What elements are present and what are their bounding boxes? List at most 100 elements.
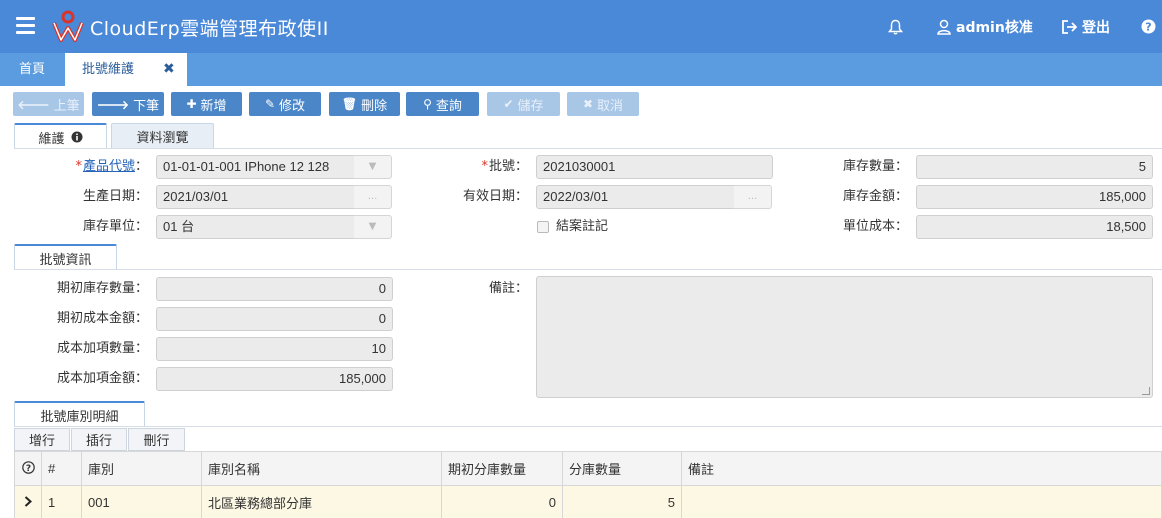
delete-row-button[interactable]: 刪行 [128, 428, 185, 451]
opening-cost-field[interactable]: 0 [156, 307, 393, 331]
resize-handle-icon[interactable] [1142, 387, 1150, 395]
batch-no-label: *批號： [481, 159, 528, 174]
chevron-down-icon[interactable]: ▼ [354, 215, 392, 239]
opening-cost-label: 期初成本金額： [56, 311, 148, 326]
prev-button[interactable]: 🡐 上筆 [13, 92, 84, 116]
stock-qty-field[interactable]: 5 [916, 155, 1153, 179]
info-icon [71, 131, 82, 143]
close-icon[interactable]: ✖ [163, 53, 175, 86]
divider [14, 269, 1162, 270]
expiry-date-field[interactable]: 2022/03/01 [536, 185, 736, 209]
production-date-field[interactable]: 2021/03/01 [156, 185, 356, 209]
expiry-date-label: 有效日期： [462, 189, 528, 204]
divider [14, 148, 1162, 149]
add-button[interactable]: ✚ 新增 [171, 92, 242, 116]
arrow-left-icon: 🡐 [17, 97, 50, 112]
logout-label: 登出 [1082, 19, 1110, 36]
table-row[interactable]: 1 001 北區業務總部分庫 0 5 [14, 485, 1162, 518]
remark-cell[interactable] [681, 485, 1162, 518]
batch-no-field[interactable]: 2021030001 [536, 155, 773, 179]
bell-icon [888, 19, 903, 34]
query-button[interactable]: ⚲ 查詢 [406, 92, 479, 116]
hamburger-menu-icon[interactable] [16, 17, 35, 34]
unit-cost-field[interactable]: 18,500 [916, 215, 1153, 239]
date-picker-icon[interactable]: ... [354, 185, 392, 209]
column-header[interactable]: 庫別 [81, 451, 202, 486]
delete-button[interactable]: 🗑 刪除 [329, 92, 400, 116]
edit-button[interactable]: ✎ 修改 [249, 92, 321, 116]
search-icon: ⚲ [423, 97, 432, 111]
user-name: admin核准 [956, 19, 1033, 36]
next-button[interactable]: 🡒 下筆 [92, 92, 164, 116]
product-code-field[interactable]: 01-01-01-001 IPhone 12 128 [156, 155, 356, 179]
logout-button[interactable]: 登出 [1062, 0, 1110, 53]
added-amount-field[interactable]: 185,000 [156, 367, 393, 391]
product-code-label: *產品代號： [75, 159, 148, 174]
column-header[interactable]: 期初分庫數量 [441, 451, 563, 486]
page-tab-strip: 首頁 批號維護 ✖ [0, 53, 1162, 86]
help-button[interactable]: ? [1141, 0, 1161, 53]
stock-amount-label: 庫存金額： [842, 189, 908, 204]
closed-label: 結案註記 [556, 219, 609, 234]
stock-unit-label: 庫存單位： [82, 219, 148, 234]
column-header[interactable]: 庫別名稱 [201, 451, 442, 486]
column-header[interactable]: 分庫數量 [562, 451, 682, 486]
added-qty-label: 成本加項數量： [56, 341, 148, 356]
help-icon: ? [1141, 19, 1156, 34]
check-icon: ✔ [503, 97, 514, 111]
tab-batch-maintenance-label: 批號維護 [82, 62, 135, 77]
svg-text:?: ? [25, 464, 30, 474]
tab-browse[interactable]: 資料瀏覽 [111, 123, 214, 149]
user-icon [937, 19, 951, 35]
warehouse-name-cell[interactable]: 北區業務總部分庫 [201, 485, 442, 518]
tab-warehouse-detail[interactable]: 批號庫別明細 [14, 401, 145, 427]
added-amount-label: 成本加項金額： [56, 371, 148, 386]
plus-icon: ✚ [186, 97, 197, 111]
notification-bell[interactable] [888, 0, 908, 53]
stock-unit-field[interactable]: 01 台 [156, 215, 356, 239]
insert-row-button[interactable]: 插行 [71, 428, 127, 451]
arrow-right-icon: 🡒 [96, 97, 130, 112]
grid-header-row: ? # 庫別 庫別名稱 期初分庫數量 分庫數量 備註 [14, 451, 1162, 486]
tab-maintain[interactable]: 維護 [14, 123, 107, 149]
added-qty-field[interactable]: 10 [156, 337, 393, 361]
svg-text:?: ? [1145, 21, 1151, 34]
stock-amount-field[interactable]: 185,000 [916, 185, 1153, 209]
tab-home[interactable]: 首頁 [0, 53, 64, 86]
save-button[interactable]: ✔ 儲存 [487, 92, 560, 116]
date-picker-icon[interactable]: ... [734, 185, 772, 209]
column-header[interactable]: 備註 [681, 451, 1162, 486]
tab-batch-info[interactable]: 批號資訊 [14, 244, 117, 270]
remark-label: 備註： [488, 281, 528, 296]
warehouse-grid: ? # 庫別 庫別名稱 期初分庫數量 分庫數量 備註 1 001 北區業務總部分… [14, 451, 1162, 518]
cancel-button[interactable]: ✖ 取消 [567, 92, 639, 116]
unit-cost-label: 單位成本： [842, 219, 908, 234]
logout-icon [1062, 19, 1077, 34]
row-pointer-cell[interactable] [14, 485, 42, 518]
qty-cell[interactable]: 5 [562, 485, 682, 518]
column-help-header[interactable]: ? [14, 451, 42, 486]
logo-icon [52, 10, 84, 42]
add-row-button[interactable]: 增行 [14, 428, 70, 451]
closed-checkbox[interactable] [537, 221, 549, 233]
pencil-icon: ✎ [264, 97, 276, 111]
chevron-right-icon [24, 496, 32, 507]
remark-textarea[interactable] [536, 276, 1153, 398]
divider [14, 426, 1162, 427]
opening-qty-cell[interactable]: 0 [441, 485, 563, 518]
user-menu[interactable]: admin核准 [937, 0, 1033, 53]
app-header: CloudErp雲端管理布政使II admin核准 登出 ? [0, 0, 1162, 53]
production-date-label: 生產日期： [82, 189, 148, 204]
trash-icon: 🗑 [341, 97, 358, 111]
chevron-down-icon[interactable]: ▼ [354, 155, 392, 179]
app-title: CloudErp雲端管理布政使II [90, 18, 329, 40]
column-header[interactable]: # [41, 451, 82, 486]
opening-qty-field[interactable]: 0 [156, 277, 393, 301]
tab-batch-maintenance[interactable]: 批號維護 ✖ [65, 53, 187, 86]
warehouse-cell[interactable]: 001 [81, 485, 202, 518]
product-code-link[interactable]: 產品代號 [83, 159, 135, 174]
help-circle-icon: ? [21, 460, 35, 474]
opening-qty-label: 期初庫存數量： [56, 281, 148, 296]
stock-qty-label: 庫存數量： [842, 159, 908, 174]
row-number-cell: 1 [41, 485, 82, 518]
